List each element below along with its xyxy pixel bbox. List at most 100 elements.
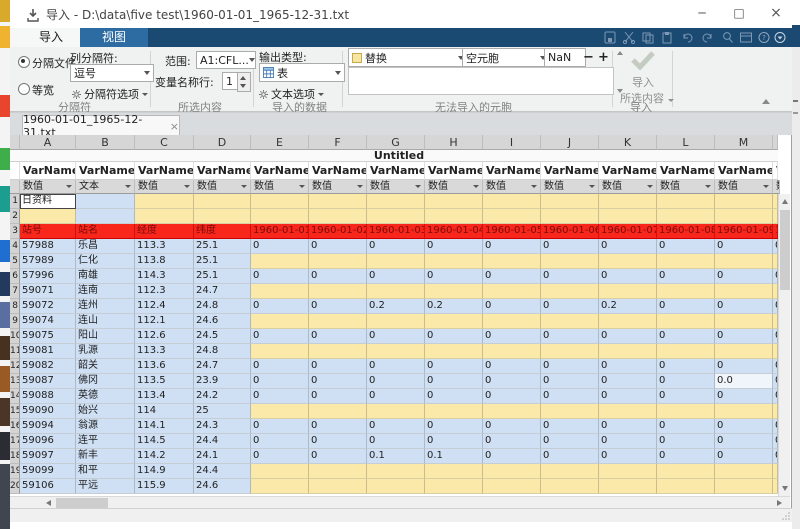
table-cell[interactable]: 24.5 — [194, 329, 251, 344]
table-cell[interactable] — [599, 254, 657, 269]
table-cell[interactable]: 1960-01-05 — [483, 224, 541, 239]
type-dropdown[interactable]: 数值 — [541, 180, 599, 194]
table-cell[interactable] — [251, 254, 309, 269]
varname-header[interactable]: VarName9 — [483, 162, 541, 180]
table-cell[interactable]: 0 — [483, 434, 541, 449]
table-cell[interactable]: 1960-01-03 — [367, 224, 425, 239]
type-dropdown[interactable]: 数值 — [309, 180, 367, 194]
table-cell[interactable] — [599, 344, 657, 359]
paste-icon[interactable] — [660, 31, 674, 44]
help-icon[interactable]: ? — [757, 31, 771, 44]
table-cell[interactable] — [367, 479, 425, 494]
table-cell[interactable]: 0 — [541, 419, 599, 434]
empty-cells-dropdown[interactable]: 空元胞 — [462, 48, 550, 67]
table-cell[interactable]: 翁源 — [76, 419, 135, 434]
table-cell[interactable]: 0 — [251, 239, 309, 254]
row-number[interactable]: 10 — [10, 329, 20, 344]
table-cell[interactable]: 114.1 — [135, 419, 194, 434]
table-cell[interactable]: 乳源 — [76, 344, 135, 359]
table-cell[interactable]: 0 — [483, 389, 541, 404]
table-cell[interactable]: 0 — [599, 269, 657, 284]
table-cell[interactable]: 1960-01-02 — [309, 224, 367, 239]
table-cell[interactable] — [715, 254, 773, 269]
table-cell[interactable] — [251, 344, 309, 359]
table-cell[interactable] — [541, 284, 599, 299]
desktop-icon[interactable] — [0, 26, 10, 48]
cut-icon[interactable] — [622, 31, 636, 44]
desktop-icon[interactable] — [0, 186, 10, 212]
desktop-icon[interactable] — [0, 366, 10, 392]
undo-icon[interactable] — [681, 31, 695, 44]
table-cell[interactable] — [367, 209, 425, 224]
varname-header[interactable]: VarName6 — [309, 162, 367, 180]
table-cell[interactable]: 24.2 — [194, 389, 251, 404]
delimited-file-radio[interactable] — [18, 56, 30, 68]
output-type-dropdown[interactable]: 表 — [259, 63, 345, 82]
table-cell[interactable]: 0 — [599, 434, 657, 449]
table-cell[interactable]: 0 — [715, 434, 773, 449]
table-cell[interactable] — [309, 194, 367, 209]
resize-grip-icon[interactable] — [782, 512, 790, 520]
table-cell[interactable]: 59071 — [20, 284, 76, 299]
scroll-right-icon[interactable] — [777, 500, 782, 506]
type-dropdown[interactable]: 数值 — [425, 180, 483, 194]
table-cell[interactable]: 0 — [367, 434, 425, 449]
table-cell[interactable]: 0 — [657, 419, 715, 434]
table-cell[interactable]: 经度 — [135, 224, 194, 239]
column-letter-A[interactable]: A — [20, 135, 76, 150]
replace-dropdown[interactable]: 替换 — [348, 48, 468, 67]
table-cell[interactable] — [599, 284, 657, 299]
desktop-icon[interactable] — [0, 95, 10, 117]
table-cell[interactable]: 0 — [657, 389, 715, 404]
table-cell[interactable] — [541, 464, 599, 479]
table-cell[interactable]: 112.6 — [135, 329, 194, 344]
varname-header[interactable]: VarName4 — [194, 162, 251, 180]
table-cell[interactable]: 59075 — [20, 329, 76, 344]
table-cell[interactable] — [599, 464, 657, 479]
type-dropdown[interactable]: 数值 — [483, 180, 541, 194]
table-cell[interactable] — [367, 464, 425, 479]
table-cell[interactable]: 1960-01-04 — [425, 224, 483, 239]
table-cell[interactable]: 113.8 — [135, 254, 194, 269]
table-cell[interactable]: 59099 — [20, 464, 76, 479]
table-cell[interactable]: 113.5 — [135, 374, 194, 389]
table-cell[interactable]: 0 — [251, 329, 309, 344]
table-cell[interactable]: 0.2 — [599, 299, 657, 314]
row-number[interactable]: 11 — [10, 344, 20, 359]
row-number[interactable]: 14 — [10, 389, 20, 404]
table-cell[interactable] — [715, 344, 773, 359]
varname-header[interactable]: VarName1 — [20, 162, 76, 180]
table-cell[interactable] — [251, 464, 309, 479]
table-cell[interactable] — [425, 464, 483, 479]
table-cell[interactable]: 0 — [541, 269, 599, 284]
table-cell[interactable]: 0 — [367, 359, 425, 374]
table-cell[interactable] — [251, 404, 309, 419]
table-cell[interactable] — [367, 254, 425, 269]
layout-icon[interactable] — [739, 31, 753, 44]
table-cell[interactable]: 0 — [367, 419, 425, 434]
table-cell[interactable]: 0 — [483, 329, 541, 344]
table-cell[interactable]: 24.7 — [194, 284, 251, 299]
row-number[interactable]: 20 — [10, 479, 20, 494]
table-cell[interactable]: 0 — [251, 434, 309, 449]
table-cell[interactable]: 阳山 — [76, 329, 135, 344]
table-cell[interactable]: 连州 — [76, 299, 135, 314]
row-number[interactable]: 7 — [10, 284, 20, 299]
vertical-scroll-thumb[interactable] — [780, 210, 790, 290]
row-number[interactable]: 13 — [10, 374, 20, 389]
table-cell[interactable] — [309, 404, 367, 419]
table-cell[interactable] — [251, 194, 309, 209]
table-cell[interactable] — [251, 314, 309, 329]
table-cell[interactable] — [251, 209, 309, 224]
table-cell[interactable]: 113.4 — [135, 389, 194, 404]
table-cell[interactable]: 连南 — [76, 284, 135, 299]
table-cell[interactable] — [309, 464, 367, 479]
column-letter-F[interactable]: F — [309, 135, 367, 150]
table-cell[interactable]: 0 — [483, 269, 541, 284]
quick-access-dropdown-icon[interactable] — [773, 31, 787, 44]
table-cell[interactable] — [657, 194, 715, 209]
table-cell[interactable]: 连平 — [76, 434, 135, 449]
table-cell[interactable]: 24.7 — [194, 359, 251, 374]
table-cell[interactable]: 0 — [251, 449, 309, 464]
table-cell[interactable] — [425, 314, 483, 329]
